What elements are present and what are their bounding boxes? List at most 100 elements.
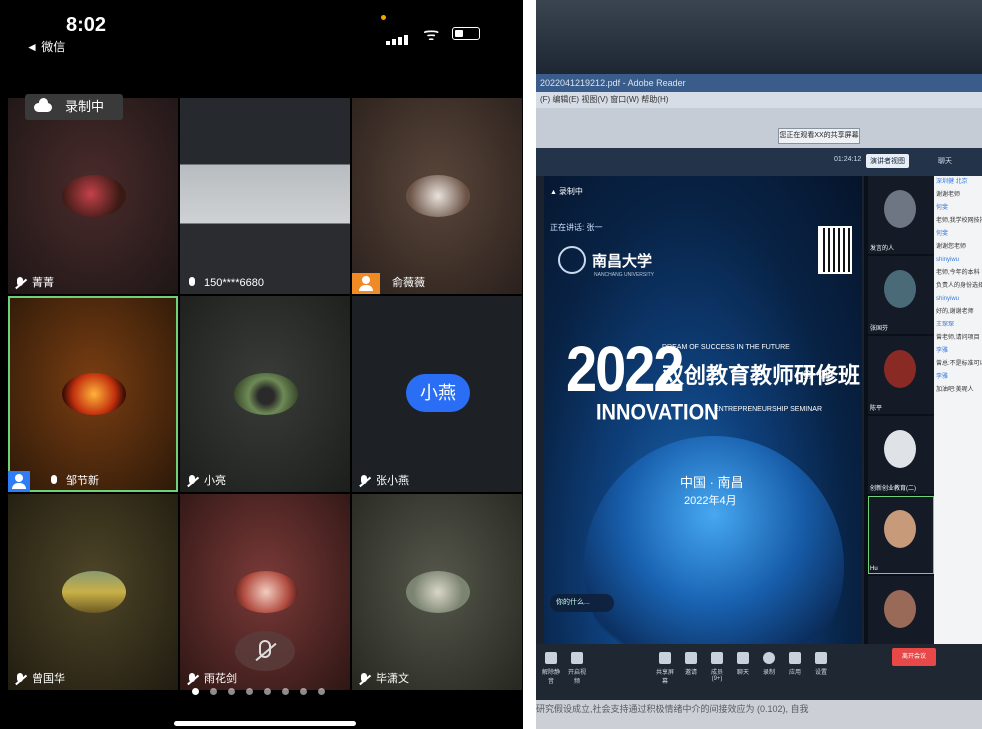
apps-button[interactable]: 应用	[784, 652, 806, 676]
thumbnail[interactable]	[868, 576, 934, 654]
thumbnail-face	[884, 510, 916, 548]
chat-user: 深圳健 北京	[936, 179, 968, 185]
thumbnail[interactable]: 张国芬	[868, 256, 934, 334]
window-titlebar: 2022041219212.pdf - Adobe Reader	[536, 74, 982, 92]
share-icon	[659, 652, 671, 664]
thumbnail-face	[884, 270, 916, 308]
phone-screenshot: 8:02 ◄ 微信 ᯤ 录制中 菁菁 150****6680 俞薇薇 邹节新 小…	[0, 0, 523, 729]
control-label: 邀请	[684, 670, 697, 676]
meeting-controls: 解除静音 开启视频 共享屏幕 邀请 成员(9+) 聊天 录制 应用 设置 离开会…	[536, 644, 982, 700]
paper-document-edge: 研究假设成立,社会支持通过积极情绪中介的间接效应为 (0.102), 自我	[536, 700, 982, 729]
slide-innovation: INNOVATION	[596, 400, 719, 426]
page-dot[interactable]	[246, 688, 253, 695]
participant-thumbnails: 发言的人 张国芬 陈平 创新创业教育(二) Hu	[864, 176, 936, 654]
chat-user: 何斐	[936, 205, 949, 211]
slide-place: 中国 · 南昌	[680, 475, 744, 490]
share-screen-button[interactable]: 共享屏幕	[654, 652, 676, 685]
chat-message: 老师,今年的本科	[936, 270, 980, 276]
name-avatar-bubble: 小燕	[406, 374, 470, 412]
members-icon	[711, 652, 723, 664]
participant-tile[interactable]: 小燕 张小燕	[352, 296, 522, 492]
university-name-en: NANCHANG UNIVERSITY	[594, 272, 655, 278]
laptop-photo: 2022041219212.pdf - Adobe Reader (F) 编辑(…	[536, 0, 982, 729]
participant-name: 小亮	[204, 475, 226, 487]
recording-indicator[interactable]: 录制中	[25, 94, 123, 120]
thumbnail[interactable]: Hu	[868, 496, 934, 574]
record-button[interactable]: 录制	[758, 652, 780, 676]
chat-button[interactable]: 聊天	[732, 652, 754, 676]
university-logo-icon	[558, 246, 586, 274]
unmute-button[interactable]: 解除静音	[540, 652, 562, 685]
chat-message: 曾总:不是标准可以	[936, 361, 982, 367]
recording-label: 录制中	[65, 99, 105, 114]
avatar	[234, 571, 298, 613]
chat-message: 谢谢您老师	[936, 244, 967, 250]
thumbnail-face	[884, 350, 916, 388]
chat-user: 李雅	[936, 348, 949, 354]
participant-tile-active-speaker[interactable]: 邹节新	[8, 296, 178, 492]
record-icon	[763, 652, 775, 664]
page-dot[interactable]	[192, 688, 199, 695]
participant-name: 邹节新	[66, 475, 99, 487]
thumbnail[interactable]: 陈平	[868, 336, 934, 414]
avatar	[234, 373, 298, 415]
participant-tile[interactable]: 俞薇薇	[352, 98, 522, 294]
mic-icon	[545, 652, 557, 664]
chat-user: 何斐	[936, 231, 949, 237]
page-dot[interactable]	[300, 688, 307, 695]
leave-meeting-button[interactable]: 离开会议	[892, 648, 936, 666]
thumbnail-face	[884, 430, 916, 468]
slide-date: 2022年4月	[684, 495, 737, 507]
thumbnail-label: Hu	[870, 566, 878, 572]
participant-tile[interactable]: 毕潇文	[352, 494, 522, 690]
page-dot[interactable]	[228, 688, 235, 695]
chat-message: 谢谢老师	[936, 192, 961, 198]
page-dot[interactable]	[264, 688, 271, 695]
home-indicator[interactable]	[174, 721, 356, 726]
qr-code-icon	[818, 226, 852, 274]
page-dot[interactable]	[210, 688, 217, 695]
thumbnail-face	[884, 190, 916, 228]
participant-tile[interactable]: 曾国华	[8, 494, 178, 690]
control-label: 解除静音	[541, 670, 560, 685]
members-button[interactable]: 成员(9+)	[706, 652, 728, 682]
screen-share-notice[interactable]: 您正在观看XX的共享屏幕	[778, 128, 860, 144]
menu-bar[interactable]: (F) 编辑(E) 视图(V) 窗口(W) 帮助(H)	[536, 92, 982, 108]
globe-graphic	[584, 436, 844, 644]
chat-panel[interactable]: 深圳健 北京 谢谢老师 何斐 老师,我学校网技持 何斐 谢谢您老师 shinyi…	[934, 176, 982, 646]
participant-name: 曾国华	[32, 673, 65, 685]
participant-name: 菁菁	[32, 277, 54, 289]
invite-icon	[685, 652, 697, 664]
university-name: 南昌大学	[592, 252, 653, 270]
slide-seminar: ENTREPRENEURSHIP SEMINAR	[714, 406, 823, 413]
avatar	[62, 373, 126, 415]
thumbnail-label: 张国芬	[870, 326, 889, 332]
control-label: 录制	[762, 670, 775, 676]
privacy-indicator-icon	[381, 15, 386, 20]
thumbnail[interactable]: 创新创业教育(二)	[868, 416, 934, 494]
thumbnail-label: 创新创业教育(二)	[870, 486, 916, 492]
page-dot[interactable]	[318, 688, 325, 695]
back-to-wechat-link[interactable]: ◄ 微信	[26, 38, 65, 55]
participant-tile[interactable]: 菁菁	[8, 98, 178, 294]
control-label: 成员(9+)	[710, 670, 723, 682]
video-button[interactable]: 开启视频	[566, 652, 588, 685]
avatar	[62, 175, 126, 217]
mute-toggle-button[interactable]	[235, 631, 295, 671]
participant-tile[interactable]: 小亮	[180, 296, 350, 492]
page-indicator[interactable]	[192, 682, 336, 700]
floating-participant-chip[interactable]: 你的什么...	[550, 594, 614, 612]
participant-tile[interactable]: 150****6680	[180, 98, 350, 294]
chat-panel-label: 聊天	[938, 158, 952, 165]
thumbnail-face	[884, 590, 916, 628]
avatar	[406, 175, 470, 217]
page-dot[interactable]	[282, 688, 289, 695]
settings-button[interactable]: 设置	[810, 652, 832, 676]
cloud-icon	[34, 98, 52, 112]
speaker-view-button[interactable]: 演讲者视图	[866, 154, 909, 168]
invite-button[interactable]: 邀请	[680, 652, 702, 676]
control-label: 共享屏幕	[655, 670, 674, 685]
slide-tagline: DREAM OF SUCCESS IN THE FUTURE	[662, 344, 790, 351]
clock: 8:02	[66, 14, 107, 36]
thumbnail[interactable]: 发言的人	[868, 176, 934, 254]
